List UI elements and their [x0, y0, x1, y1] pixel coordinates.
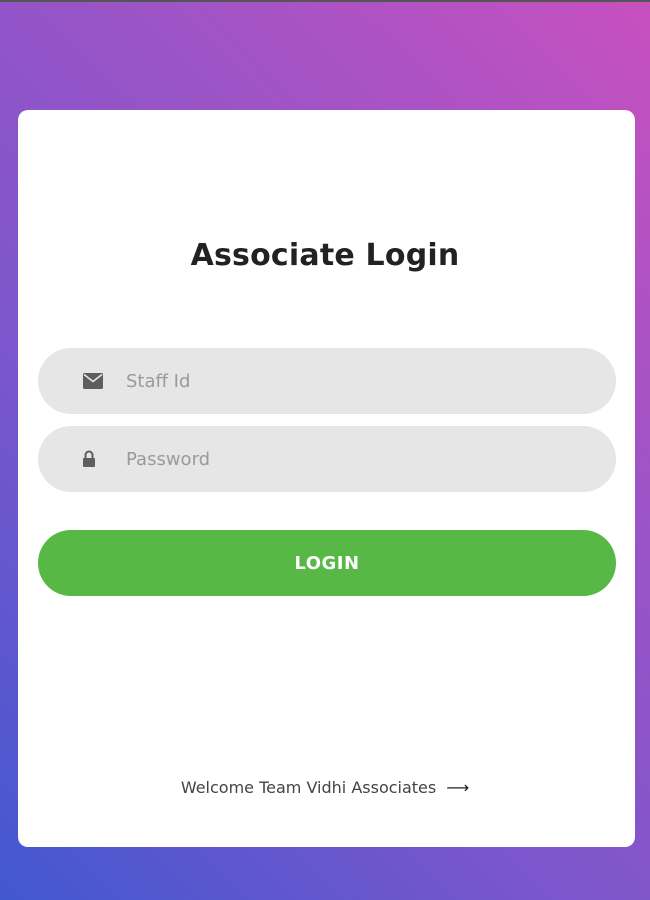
welcome-link-label: Welcome Team Vidhi Associates	[180, 778, 437, 797]
staff-id-field[interactable]	[38, 348, 616, 414]
page-title: Associate Login	[190, 238, 460, 273]
welcome-link[interactable]: Welcome Team Vidhi Associates ⟶	[0, 778, 650, 797]
password-field[interactable]	[38, 426, 616, 492]
envelope-icon	[82, 370, 104, 392]
password-input[interactable]	[126, 426, 586, 492]
lock-icon	[78, 448, 100, 470]
staff-id-input[interactable]	[126, 348, 586, 414]
login-button[interactable]: LOGIN	[38, 530, 616, 596]
arrow-right-icon: ⟶	[446, 778, 470, 797]
window-top-border	[0, 0, 650, 2]
